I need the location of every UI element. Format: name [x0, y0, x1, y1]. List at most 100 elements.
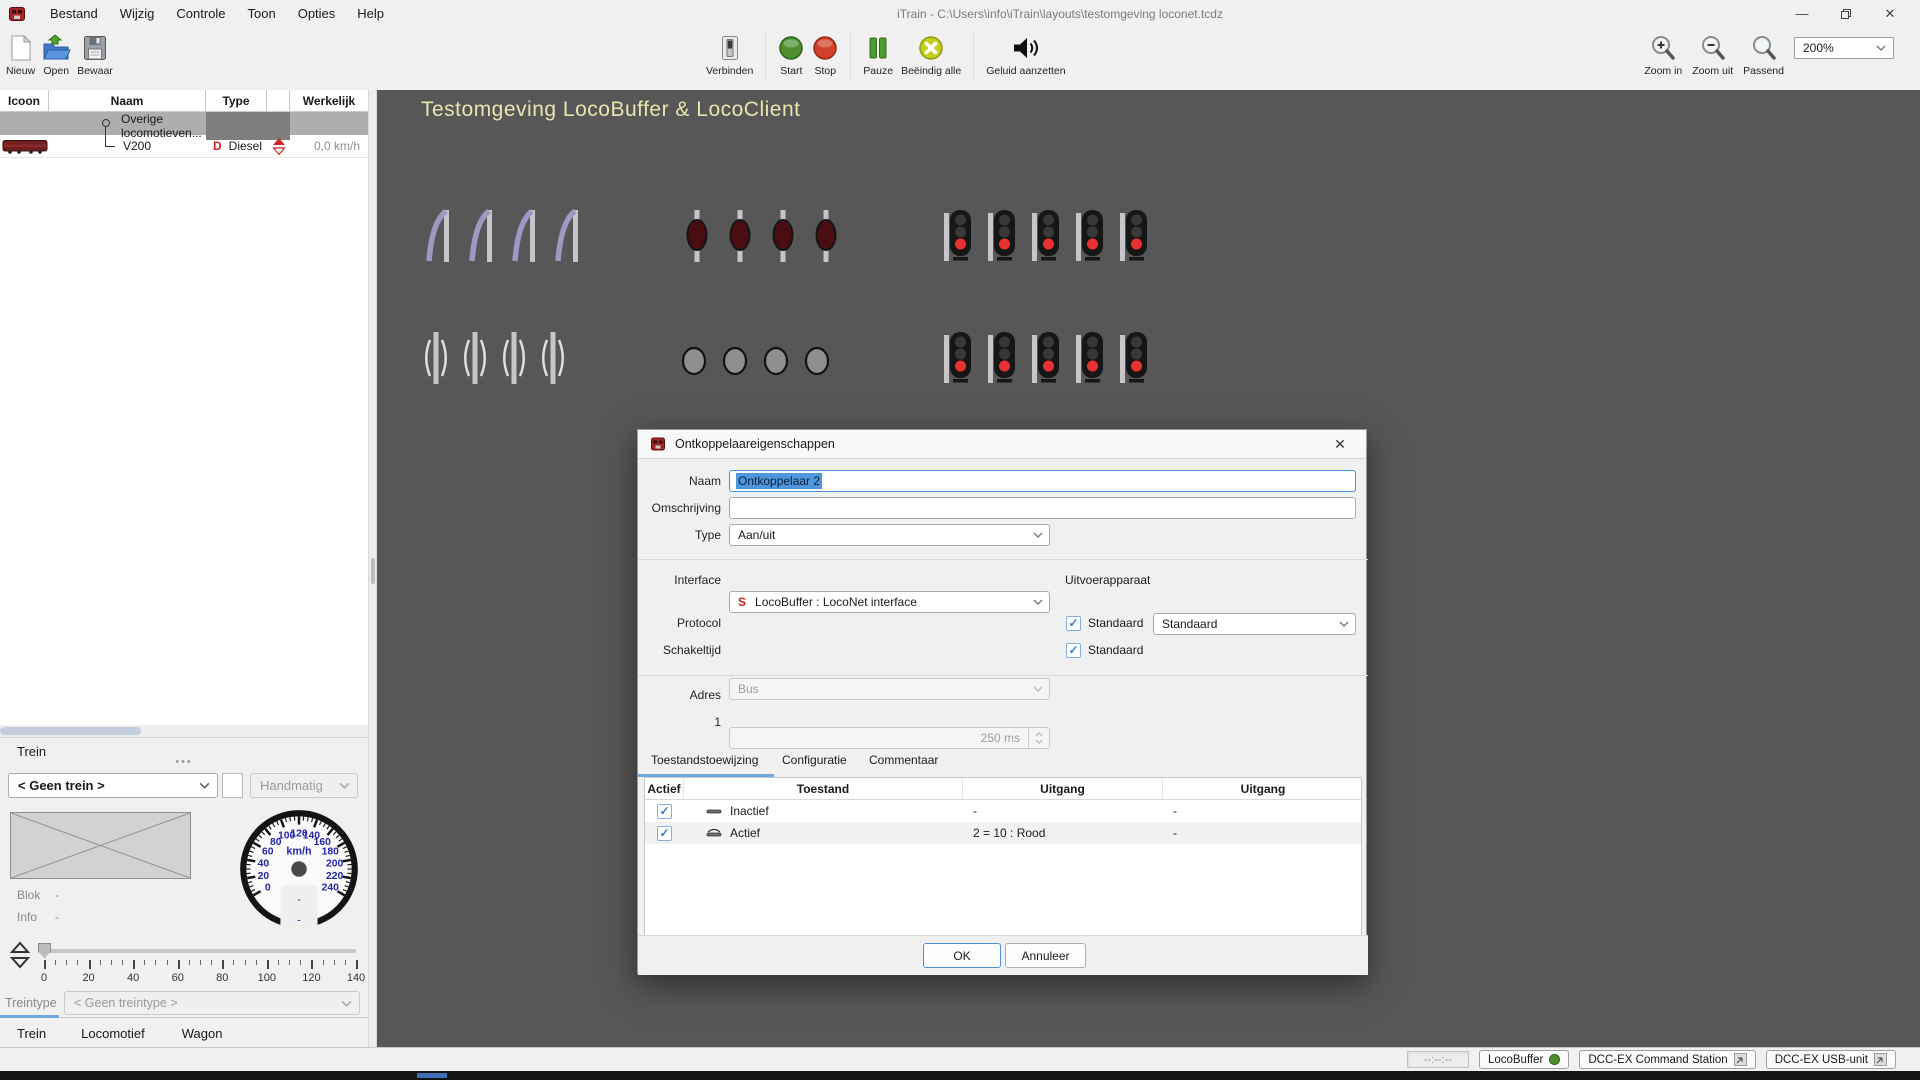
mode-select[interactable]: Handmatig — [250, 773, 358, 798]
horizontal-scrollbar[interactable] — [0, 725, 368, 737]
disc-symbol[interactable] — [804, 346, 830, 376]
uitvoerapparaat-label: Uitvoerapparaat — [1065, 569, 1150, 591]
table-row-group[interactable]: Overige locomotieven... — [0, 112, 368, 135]
stop-button[interactable]: Stop — [812, 27, 838, 85]
decoupler-symbol[interactable] — [462, 330, 488, 386]
direction-indicator-icon[interactable] — [272, 137, 286, 156]
signal-symbol[interactable] — [1029, 208, 1061, 266]
menu-help[interactable]: Help — [347, 2, 394, 25]
signal-symbol[interactable] — [941, 208, 973, 266]
interface-select[interactable]: S LocoBuffer : LocoNet interface — [729, 591, 1050, 613]
zoom-fit-button[interactable]: Passend — [1743, 27, 1784, 85]
restore-button[interactable] — [1824, 0, 1868, 27]
status-bar: --:--:-- LocoBuffer DCC-EX Command Stati… — [0, 1047, 1920, 1071]
panel-collapse-handle[interactable]: ••• — [175, 756, 193, 768]
app-icon — [8, 5, 26, 23]
adres-label: Adres — [638, 684, 721, 706]
tab-commentaar[interactable]: Commentaar — [869, 753, 938, 767]
type-select[interactable]: Aan/uit — [729, 524, 1050, 546]
uitvoerapparaat-select[interactable]: Standaard — [1153, 613, 1356, 635]
decoupler-symbol[interactable] — [540, 330, 566, 386]
dialog-icon — [650, 436, 666, 452]
end-all-button[interactable]: Beëindig alle — [901, 27, 961, 85]
table-row-v200[interactable]: V200 D Diesel 0,0 km/h — [0, 135, 368, 158]
svg-text:-: - — [297, 894, 301, 906]
scrollbar-thumb[interactable] — [0, 727, 141, 735]
menu-controle[interactable]: Controle — [166, 2, 235, 25]
decoupler-symbol[interactable] — [423, 330, 449, 386]
menu-bestand[interactable]: Bestand — [40, 2, 108, 25]
close-button[interactable]: ✕ — [1868, 0, 1912, 27]
command-station-button[interactable]: DCC-EX Command Station — [1579, 1050, 1755, 1069]
zoom-level-select[interactable]: 200% — [1794, 37, 1894, 59]
usb-unit-button[interactable]: DCC-EX USB-unit — [1766, 1050, 1896, 1069]
interface-code: S — [738, 595, 746, 609]
zoom-out-button[interactable]: Zoom uit — [1692, 27, 1733, 85]
connect-button[interactable]: Verbinden — [706, 27, 753, 85]
actief-checkbox[interactable]: ✓ — [657, 804, 672, 819]
start-button[interactable]: Start — [778, 27, 804, 85]
zoom-fit-icon — [1751, 33, 1777, 63]
treintype-select[interactable]: < Geen treintype > — [64, 991, 360, 1015]
save-button[interactable]: Bewaar — [77, 27, 113, 85]
decoupler-symbol[interactable] — [501, 330, 527, 386]
slider-thumb[interactable] — [38, 943, 51, 958]
dialog-close-icon[interactable]: ✕ — [1326, 430, 1354, 459]
panel-splitter[interactable] — [368, 90, 377, 1047]
turnout-symbol[interactable] — [552, 208, 582, 264]
minimize-button[interactable]: — — [1780, 0, 1824, 27]
splitter-handle[interactable] — [371, 558, 375, 584]
open-button[interactable]: Open — [41, 27, 71, 85]
signal-symbol[interactable] — [1117, 330, 1149, 388]
menu-toon[interactable]: Toon — [238, 2, 286, 25]
disc-symbol[interactable] — [722, 346, 748, 376]
omschrijving-input[interactable] — [729, 497, 1356, 519]
slider-track[interactable] — [44, 949, 356, 953]
disc-symbol[interactable] — [681, 346, 707, 376]
lamp-symbol[interactable] — [685, 208, 709, 264]
locobuffer-status-button[interactable]: LocoBuffer — [1479, 1050, 1569, 1069]
decoupler-state-icon — [706, 806, 722, 816]
external-window-icon — [1734, 1053, 1747, 1066]
switch-icon — [718, 33, 742, 63]
signal-symbol[interactable] — [985, 208, 1017, 266]
turnout-symbol[interactable] — [423, 208, 453, 264]
schakeltijd-standaard-checkbox[interactable]: ✓ — [1066, 643, 1081, 658]
menu-wijzig[interactable]: Wijzig — [110, 2, 165, 25]
turnout-symbol[interactable] — [509, 208, 539, 264]
naam-input[interactable]: Ontkoppelaar 2 — [729, 470, 1356, 492]
locomotive-table: Icoon Naam Type Werkelijk Overige locomo… — [0, 90, 368, 158]
menu-opties[interactable]: Opties — [288, 2, 346, 25]
lamp-symbol[interactable] — [771, 208, 795, 264]
tab-wagon[interactable]: Wagon — [182, 1023, 223, 1044]
signal-symbol[interactable] — [1029, 330, 1061, 388]
sound-button[interactable]: Geluid aanzetten — [986, 27, 1065, 85]
signal-symbol[interactable] — [1073, 208, 1105, 266]
signal-symbol[interactable] — [1117, 208, 1149, 266]
turnout-symbol[interactable] — [466, 208, 496, 264]
signal-symbol[interactable] — [1073, 330, 1105, 388]
protocol-standaard-checkbox[interactable]: ✓ — [1066, 616, 1081, 631]
train-select[interactable]: < Geen trein > — [8, 773, 218, 798]
lamp-symbol[interactable] — [728, 208, 752, 264]
actief-checkbox[interactable]: ✓ — [657, 826, 672, 841]
state-row-actief[interactable]: ✓ Actief 2 = 10 : Rood - — [645, 822, 1361, 844]
ok-button[interactable]: OK — [923, 943, 1001, 968]
tab-locomotief[interactable]: Locomotief — [81, 1023, 145, 1044]
state-row-inactief[interactable]: ✓ Inactief - - — [645, 800, 1361, 822]
pause-button[interactable]: Pauze — [863, 27, 893, 85]
lamp-symbol[interactable] — [814, 208, 838, 264]
end-all-icon — [918, 33, 944, 63]
signal-symbol[interactable] — [941, 330, 973, 388]
cancel-button[interactable]: Annuleer — [1005, 943, 1086, 968]
signal-symbol[interactable] — [985, 330, 1017, 388]
tab-toestandstoewijzing[interactable]: Toestandstoewijzing — [651, 753, 758, 767]
tab-trein[interactable]: Trein — [17, 1023, 46, 1044]
disc-symbol[interactable] — [763, 346, 789, 376]
zoom-in-button[interactable]: Zoom in — [1644, 27, 1682, 85]
tab-configuratie[interactable]: Configuratie — [782, 753, 847, 767]
svg-text:220: 220 — [326, 871, 343, 882]
schakeltijd-label: Schakeltijd — [638, 639, 721, 661]
tree-node-icon[interactable] — [102, 119, 110, 127]
new-button[interactable]: Nieuw — [6, 27, 35, 85]
